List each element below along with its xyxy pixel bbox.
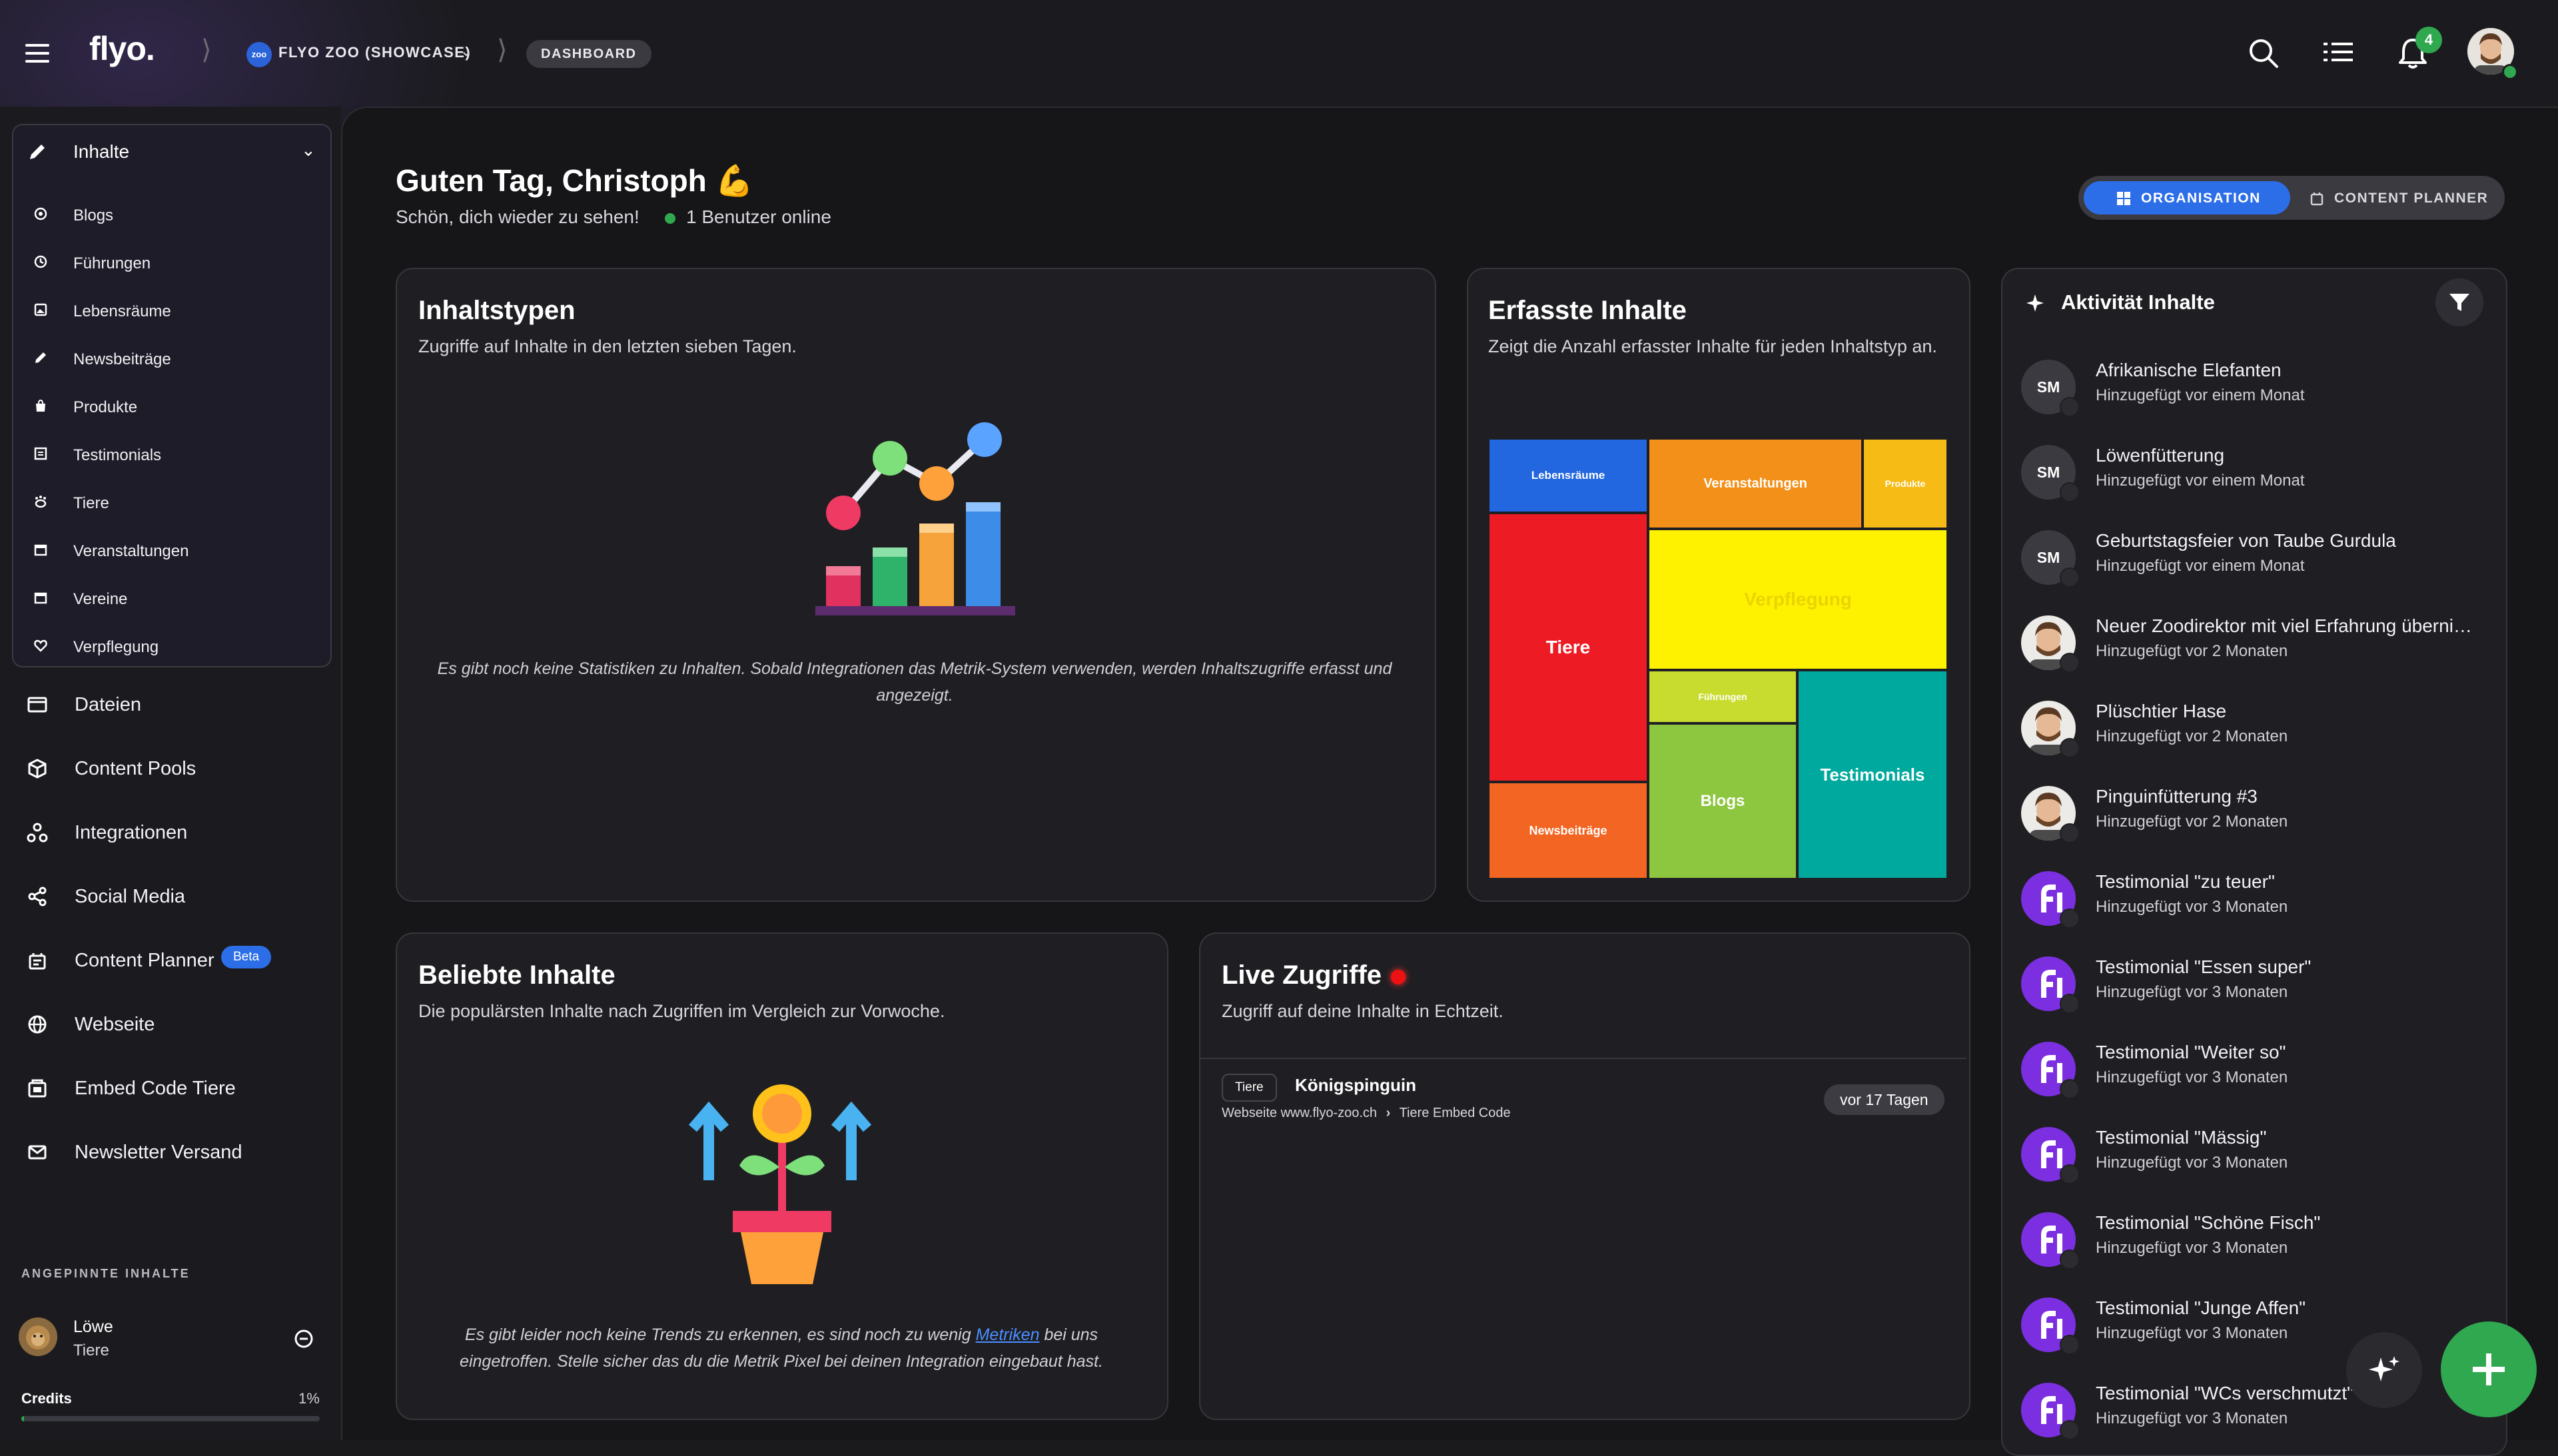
activity-time: Hinzugefügt vor 2 Monaten	[2096, 727, 2288, 745]
content-type-badge-icon	[2060, 1420, 2080, 1439]
activity-title: Testimonial "zu teuer"	[2096, 871, 2275, 892]
activity-time: Hinzugefügt vor einem Monat	[2096, 472, 2305, 490]
activity-time: Hinzugefügt vor 3 Monaten	[2096, 1409, 2288, 1427]
activity-list: SM Afrikanische Elefanten Hinzugefügt vor …	[0, 0, 2558, 1439]
activity-time: Hinzugefügt vor 3 Monaten	[2096, 1239, 2288, 1257]
activity-time: Hinzugefügt vor 3 Monaten	[2096, 983, 2288, 1001]
content-type-badge-icon	[2060, 994, 2080, 1014]
activity-item[interactable]: Testimonial "Weiter so" Hinzugefügt vor 3…	[2021, 1042, 2487, 1115]
content-type-badge-icon	[2060, 1335, 2080, 1355]
activity-time: Hinzugefügt vor 2 Monaten	[2096, 813, 2288, 831]
content-type-badge-icon	[2060, 397, 2080, 417]
activity-title: Löwenfütterung	[2096, 445, 2225, 466]
content-type-badge-icon	[2060, 738, 2080, 758]
content-type-badge-icon	[2060, 567, 2080, 587]
activity-item[interactable]: Testimonial "WCs verschmutzt" Hinzugefügt…	[2021, 1383, 2487, 1439]
activity-item[interactable]: Testimonial "zu teuer" Hinzugefügt vor 3 …	[2021, 871, 2487, 944]
activity-title: Testimonial "Essen super"	[2096, 956, 2312, 977]
content-type-badge-icon	[2060, 1079, 2080, 1099]
activity-item[interactable]: Neuer Zoodirektor mit viel Erfahrung übe…	[2021, 615, 2487, 689]
activity-item[interactable]: Testimonial "Mässig" Hinzugefügt vor 3 Mo…	[2021, 1127, 2487, 1200]
activity-title: Testimonial "Mässig"	[2096, 1127, 2267, 1148]
activity-time: Hinzugefügt vor 3 Monaten	[2096, 1068, 2288, 1086]
activity-time: Hinzugefügt vor einem Monat	[2096, 557, 2305, 575]
content-type-badge-icon	[2060, 482, 2080, 502]
activity-time: Hinzugefügt vor 3 Monaten	[2096, 1324, 2288, 1342]
activity-title: Testimonial "Schöne Fisch"	[2096, 1212, 2321, 1233]
content-type-badge-icon	[2060, 823, 2080, 843]
ai-assistant-button[interactable]	[2346, 1332, 2422, 1408]
activity-title: Plüschtier Hase	[2096, 701, 2227, 721]
activity-title: Testimonial "WCs verschmutzt"	[2096, 1383, 2354, 1403]
activity-item[interactable]: Plüschtier Hase Hinzugefügt vor 2 Monaten	[2021, 701, 2487, 774]
activity-title: Pinguinfütterung #3	[2096, 786, 2258, 807]
activity-item[interactable]: Pinguinfütterung #3 Hinzugefügt vor 2 Mon…	[2021, 786, 2487, 859]
activity-title: Testimonial "Weiter so"	[2096, 1042, 2286, 1062]
activity-item[interactable]: Testimonial "Essen super" Hinzugefügt vor…	[2021, 956, 2487, 1030]
activity-time: Hinzugefügt vor 3 Monaten	[2096, 898, 2288, 916]
activity-item[interactable]: SM Löwenfütterung Hinzugefügt vor einem Mo…	[2021, 445, 2487, 518]
content-type-badge-icon	[2060, 909, 2080, 928]
activity-title: Afrikanische Elefanten	[2096, 360, 2282, 380]
activity-title: Neuer Zoodirektor mit viel Erfahrung übe…	[2096, 615, 2472, 636]
activity-time: Hinzugefügt vor 3 Monaten	[2096, 1154, 2288, 1172]
activity-time: Hinzugefügt vor einem Monat	[2096, 386, 2305, 404]
sparkles-icon	[2369, 1356, 2399, 1381]
activity-item[interactable]: Testimonial "Schöne Fisch" Hinzugefügt vo…	[2021, 1212, 2487, 1285]
content-type-badge-icon	[2060, 653, 2080, 673]
add-content-button[interactable]	[2441, 1321, 2537, 1417]
activity-time: Hinzugefügt vor 2 Monaten	[2096, 642, 2288, 660]
plus-icon	[2473, 1353, 2505, 1385]
activity-item[interactable]: SM Geburtstagsfeier von Taube Gurdula Hinz…	[2021, 530, 2487, 603]
content-type-badge-icon	[2060, 1250, 2080, 1270]
activity-item[interactable]: SM Afrikanische Elefanten Hinzugefügt vor …	[2021, 360, 2487, 433]
activity-title: Testimonial "Junge Affen"	[2096, 1297, 2306, 1318]
activity-title: Geburtstagsfeier von Taube Gurdula	[2096, 530, 2396, 551]
content-type-badge-icon	[2060, 1164, 2080, 1184]
